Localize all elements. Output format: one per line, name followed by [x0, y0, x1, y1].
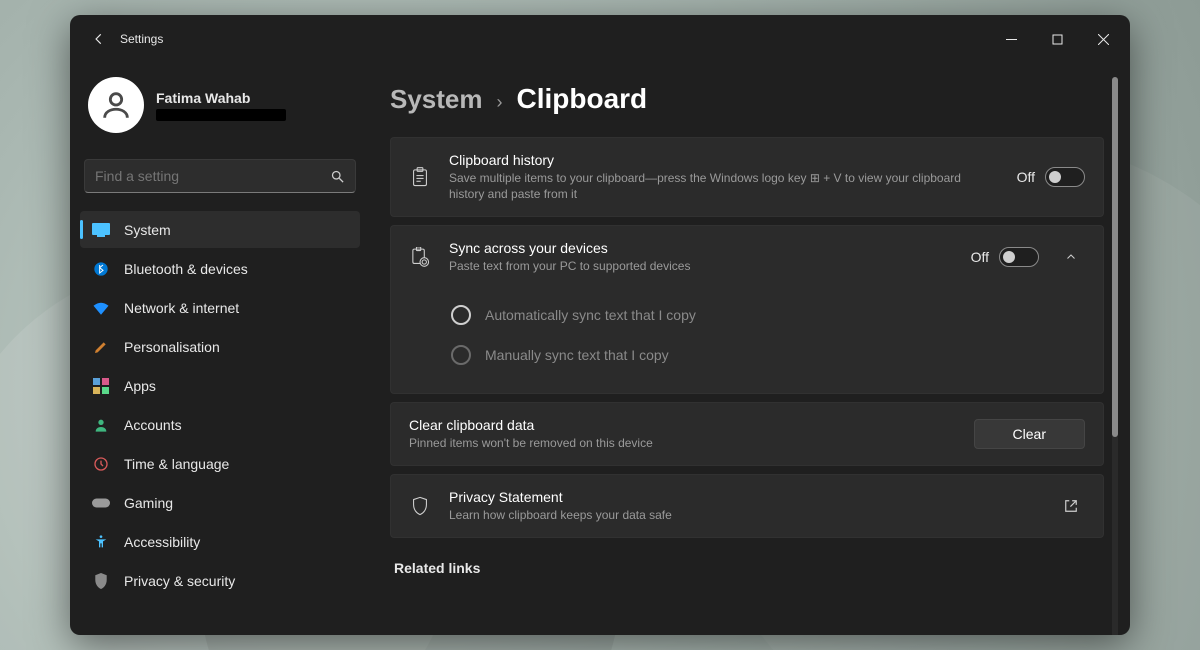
back-button[interactable]	[84, 24, 114, 54]
breadcrumb-current: Clipboard	[517, 83, 648, 115]
clipboard-sync-icon	[409, 247, 431, 267]
toggle-sync[interactable]	[999, 247, 1039, 267]
accessibility-icon	[92, 533, 110, 551]
card-clear: Clear clipboard data Pinned items won't …	[390, 402, 1104, 466]
nav-privacy[interactable]: Privacy & security	[80, 562, 360, 599]
nav-label: Apps	[124, 378, 156, 394]
scrollbar-thumb[interactable]	[1112, 77, 1118, 437]
nav-label: Gaming	[124, 495, 173, 511]
nav: System Bluetooth & devices Network & int…	[80, 211, 360, 599]
clear-button[interactable]: Clear	[974, 419, 1085, 449]
profile[interactable]: Fatima Wahab	[80, 63, 360, 143]
card-desc: Save multiple items to your clipboard—pr…	[449, 170, 999, 202]
card-title: Clear clipboard data	[409, 417, 974, 433]
radio-manual-sync[interactable]: Manually sync text that I copy	[451, 335, 1085, 375]
breadcrumb-parent[interactable]: System	[390, 84, 483, 115]
expand-chevron[interactable]	[1057, 251, 1085, 263]
scrollbar[interactable]	[1108, 73, 1122, 635]
nav-label: Network & internet	[124, 300, 239, 316]
window-title: Settings	[120, 32, 163, 46]
radio-label: Automatically sync text that I copy	[485, 307, 696, 323]
sync-options: Automatically sync text that I copy Manu…	[391, 289, 1103, 393]
card-title: Clipboard history	[449, 152, 999, 168]
search-input[interactable]	[84, 159, 356, 193]
toggle-history[interactable]	[1045, 167, 1085, 187]
clipboard-icon	[409, 167, 431, 187]
avatar	[88, 77, 144, 133]
nav-gaming[interactable]: Gaming	[80, 484, 360, 521]
person-icon	[92, 416, 110, 434]
profile-name: Fatima Wahab	[156, 90, 286, 106]
card-desc: Pinned items won't be removed on this de…	[409, 435, 974, 451]
minimize-button[interactable]	[988, 22, 1034, 56]
chevron-right-icon: ›	[497, 92, 503, 113]
nav-label: Bluetooth & devices	[124, 261, 248, 277]
toggle-state: Off	[971, 249, 989, 265]
card-clipboard-history: Clipboard history Save multiple items to…	[390, 137, 1104, 217]
radio-icon	[451, 305, 471, 325]
nav-label: Accessibility	[124, 534, 200, 550]
maximize-button[interactable]	[1034, 22, 1080, 56]
search-field[interactable]	[95, 168, 330, 184]
card-desc: Paste text from your PC to supported dev…	[449, 258, 953, 274]
brush-icon	[92, 338, 110, 356]
radio-auto-sync[interactable]: Automatically sync text that I copy	[451, 295, 1085, 335]
shield-outline-icon	[409, 496, 431, 516]
related-links-heading: Related links	[390, 546, 1104, 580]
search-icon	[330, 169, 345, 184]
gamepad-icon	[92, 494, 110, 512]
settings-window: Settings Fatima Wahab	[70, 15, 1130, 635]
external-link-icon	[1057, 499, 1085, 513]
nav-label: Personalisation	[124, 339, 220, 355]
card-privacy[interactable]: Privacy Statement Learn how clipboard ke…	[390, 474, 1104, 538]
card-title: Privacy Statement	[449, 489, 1039, 505]
close-button[interactable]	[1080, 22, 1126, 56]
titlebar: Settings	[70, 15, 1130, 63]
nav-label: Privacy & security	[124, 573, 235, 589]
nav-label: Time & language	[124, 456, 229, 472]
wifi-icon	[92, 299, 110, 317]
card-desc: Learn how clipboard keeps your data safe	[449, 507, 1039, 523]
system-icon	[92, 221, 110, 239]
nav-accounts[interactable]: Accounts	[80, 406, 360, 443]
radio-label: Manually sync text that I copy	[485, 347, 669, 363]
nav-apps[interactable]: Apps	[80, 367, 360, 404]
nav-network[interactable]: Network & internet	[80, 289, 360, 326]
sidebar: Fatima Wahab System Bluetooth & devices	[70, 63, 370, 635]
shield-icon	[92, 572, 110, 590]
breadcrumb: System › Clipboard	[390, 73, 1104, 137]
nav-label: Accounts	[124, 417, 182, 433]
nav-time[interactable]: Time & language	[80, 445, 360, 482]
radio-icon	[451, 345, 471, 365]
bluetooth-icon	[92, 260, 110, 278]
toggle-state: Off	[1017, 169, 1035, 185]
apps-icon	[92, 377, 110, 395]
content: System › Clipboard Clipboard history Sav…	[390, 73, 1108, 635]
clock-icon	[92, 455, 110, 473]
nav-personalisation[interactable]: Personalisation	[80, 328, 360, 365]
card-title: Sync across your devices	[449, 240, 953, 256]
nav-system[interactable]: System	[80, 211, 360, 248]
profile-email-redacted	[156, 109, 286, 121]
nav-bluetooth[interactable]: Bluetooth & devices	[80, 250, 360, 287]
nav-label: System	[124, 222, 171, 238]
card-sync: Sync across your devices Paste text from…	[390, 225, 1104, 393]
nav-accessibility[interactable]: Accessibility	[80, 523, 360, 560]
